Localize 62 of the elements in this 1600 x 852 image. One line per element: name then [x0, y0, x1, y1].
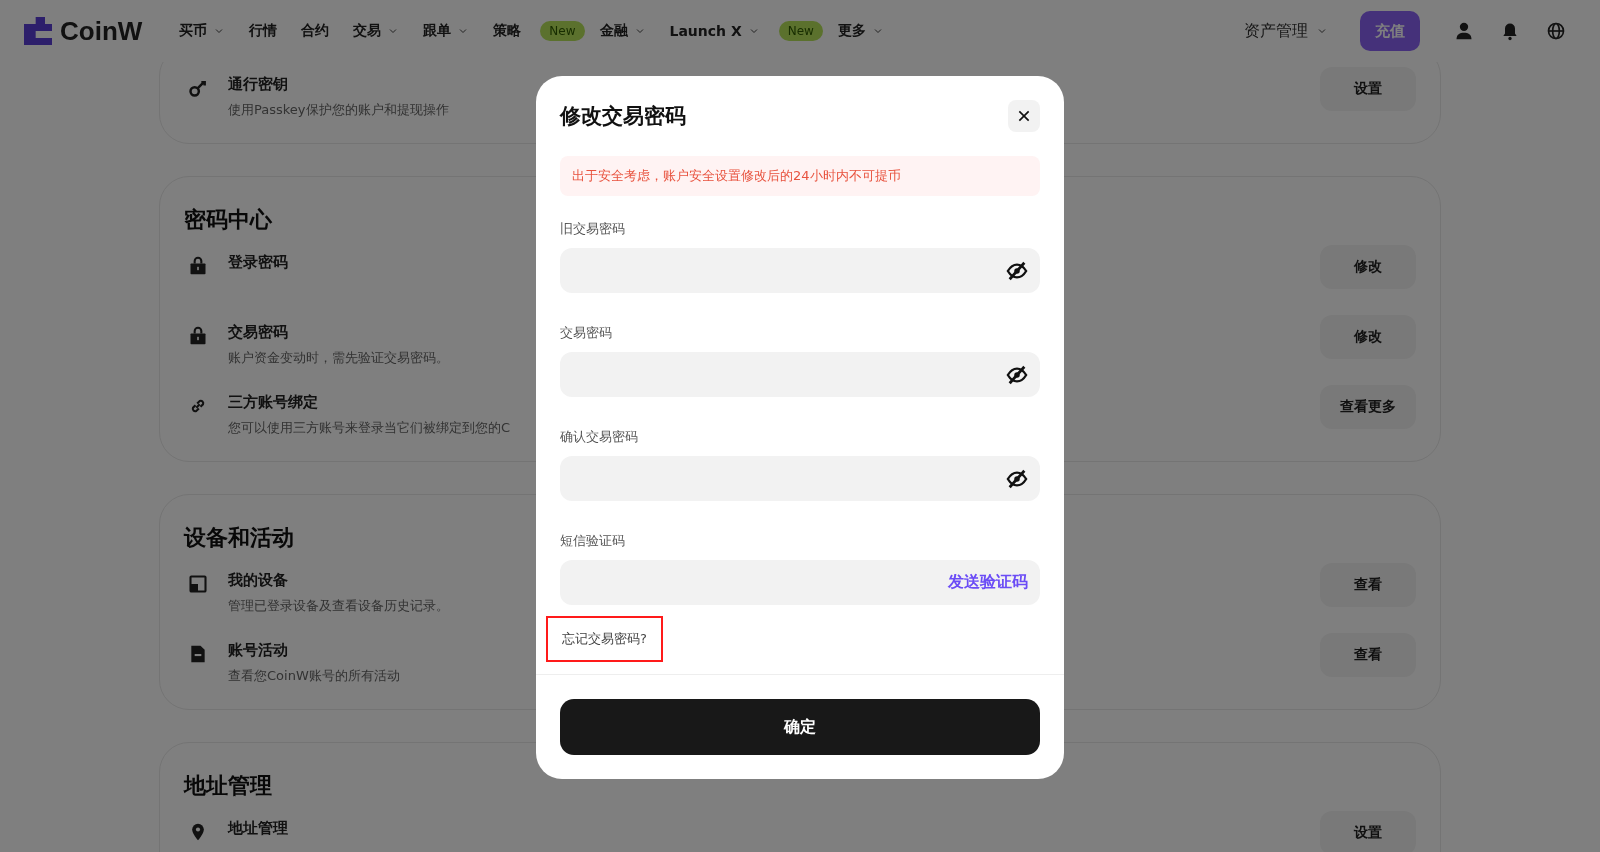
lock-icon — [188, 326, 208, 346]
field-label: 交易密码 — [560, 324, 613, 342]
setting-button[interactable]: 修改 — [1320, 245, 1416, 289]
new-badge: New — [778, 21, 823, 41]
setting-button[interactable]: 设置 — [1320, 67, 1416, 111]
nav-menu-item[interactable]: 策略 — [484, 22, 531, 40]
deposit-button[interactable]: 充值 — [1360, 11, 1420, 51]
device-icon — [188, 574, 208, 594]
field-label: 短信验证码 — [560, 532, 626, 550]
setting-title: 登录密码 — [228, 253, 288, 272]
setting-button[interactable]: 设置 — [1320, 811, 1416, 852]
setting-title: 通行密钥 — [228, 75, 288, 94]
setting-description: 查看您CoinW账号的所有活动 — [228, 667, 400, 685]
eye-slash-icon[interactable] — [1006, 363, 1028, 386]
section-title: 密码中心 — [184, 206, 272, 234]
nav-menu-item[interactable]: 买币 — [170, 22, 235, 40]
section-title: 地址管理 — [184, 772, 272, 800]
send-code-link[interactable]: 发送验证码 — [948, 572, 1028, 593]
globe-icon[interactable] — [1546, 21, 1566, 41]
setting-description: 账户资金变动时，需先验证交易密码。 — [228, 349, 449, 367]
lock-icon — [188, 256, 208, 276]
setting-title: 交易密码 — [228, 323, 288, 342]
user-icon[interactable] — [1454, 21, 1474, 41]
document-icon — [188, 644, 208, 664]
password-field[interactable] — [560, 248, 1040, 293]
nav-menu-item[interactable]: 金融 — [590, 22, 655, 40]
logo-icon — [24, 15, 52, 47]
nav-menu-item[interactable]: 更多 — [828, 22, 893, 40]
nav-menu-item[interactable]: Launch X — [660, 23, 769, 39]
setting-title: 我的设备 — [228, 571, 288, 590]
setting-button[interactable]: 查看 — [1320, 563, 1416, 607]
key-icon — [188, 78, 208, 98]
dialog-title: 修改交易密码 — [560, 103, 686, 130]
code-field[interactable]: 发送验证码 — [560, 560, 1040, 605]
close-button[interactable] — [1008, 100, 1040, 132]
new-badge: New — [540, 21, 585, 41]
close-icon — [1016, 108, 1032, 124]
section-title: 设备和活动 — [184, 524, 294, 552]
nav-menu-item[interactable]: 合约 — [292, 22, 339, 40]
setting-description: 管理已登录设备及查看设备历史记录。 — [228, 597, 449, 615]
asset-menu[interactable]: 资产管理 — [1238, 19, 1334, 43]
nav-menu-item[interactable]: 交易 — [344, 22, 409, 40]
field-label: 确认交易密码 — [560, 428, 639, 446]
setting-button[interactable]: 查看 — [1320, 633, 1416, 677]
setting-title: 账号活动 — [228, 641, 288, 660]
logo-text: CoinW — [60, 15, 143, 47]
setting-button[interactable]: 修改 — [1320, 315, 1416, 359]
setting-title: 三方账号绑定 — [228, 393, 318, 412]
password-field[interactable] — [560, 456, 1040, 501]
setting-title: 地址管理 — [228, 819, 288, 838]
eye-slash-icon[interactable] — [1006, 467, 1028, 490]
setting-description: 使用Passkey保护您的账户和提现操作 — [228, 101, 449, 119]
password-field[interactable] — [560, 352, 1040, 397]
setting-button[interactable]: 查看更多 — [1320, 385, 1416, 429]
field-label: 旧交易密码 — [560, 220, 626, 238]
warning-notice: 出于安全考虑，账户安全设置修改后的24小时内不可提币 — [560, 156, 1040, 196]
forgot-password-link[interactable]: 忘记交易密码? — [546, 616, 663, 662]
eye-slash-icon[interactable] — [1006, 259, 1028, 282]
nav-menu-item[interactable]: 跟单 — [414, 22, 479, 40]
nav-menu-item[interactable]: 行情 — [240, 22, 287, 40]
setting-description: 您可以使用三方账号来登录当它们被绑定到您的C — [228, 419, 511, 437]
confirm-button[interactable]: 确定 — [560, 699, 1040, 755]
